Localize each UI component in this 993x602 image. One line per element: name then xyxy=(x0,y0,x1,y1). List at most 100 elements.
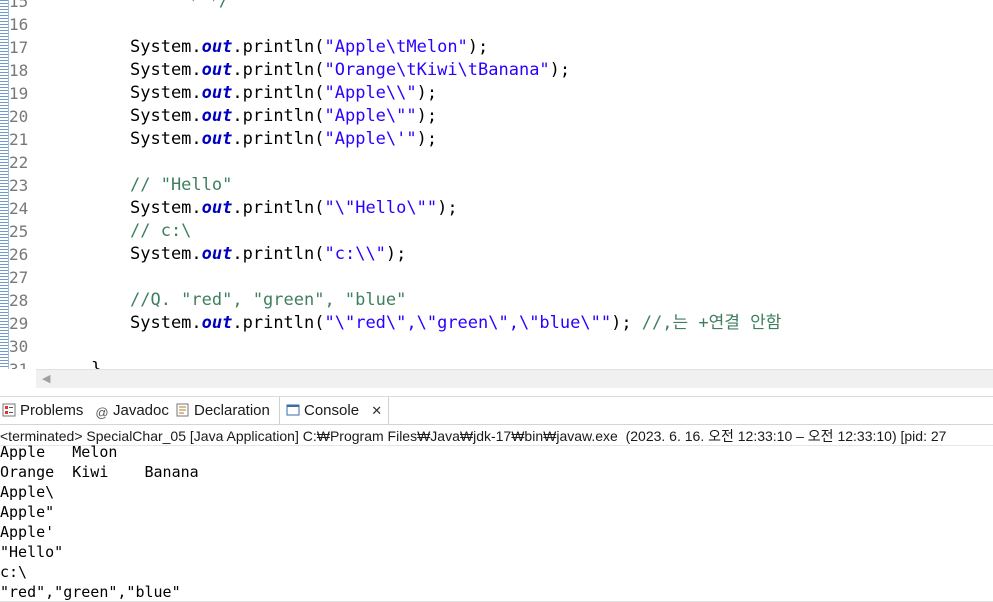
console-divider xyxy=(0,445,993,446)
declaration-icon xyxy=(176,403,189,417)
code-text: System.out.println("Apple\\"); xyxy=(130,82,437,105)
code-token: System. xyxy=(130,244,202,264)
code-token: System. xyxy=(130,37,202,57)
tab-javadoc-label: Javadoc xyxy=(113,402,169,419)
code-line[interactable]: 15 * */ xyxy=(0,0,993,13)
code-line[interactable]: 16 xyxy=(0,13,993,36)
comment-token: // c:\ xyxy=(130,221,192,241)
code-token: .println( xyxy=(232,83,325,103)
code-token: ); xyxy=(549,60,571,80)
line-number: 30 xyxy=(9,337,29,356)
horizontal-scrollbar[interactable]: ◀ xyxy=(36,369,993,388)
code-line[interactable]: 18 System.out.println("Orange\tKiwi\tBana… xyxy=(0,59,993,82)
code-line[interactable]: 30 xyxy=(0,335,993,358)
code-line[interactable]: 20 System.out.println("Apple\""); xyxy=(0,105,993,128)
code-text: //Q. "red", "green", "blue" xyxy=(130,289,406,312)
code-line[interactable]: 17 System.out.println("Apple\tMelon"); xyxy=(0,36,993,59)
string-token: "Apple\"" xyxy=(324,106,417,126)
line-number: 17 xyxy=(9,38,29,57)
console-icon xyxy=(286,404,300,416)
field-token: out xyxy=(201,37,233,57)
string-token: "\"Hello\"" xyxy=(324,198,438,218)
view-tab-bar: Problems @ Javadoc Declaration Console ✕ xyxy=(0,396,993,425)
problems-icon xyxy=(2,403,16,417)
line-number: 20 xyxy=(9,107,29,126)
code-token: ); xyxy=(385,244,407,264)
code-line[interactable]: 25 // c:\ xyxy=(0,220,993,243)
line-number: 24 xyxy=(9,199,29,218)
console-output-line: "Hello" xyxy=(0,543,64,561)
line-number: 31 xyxy=(9,358,33,369)
code-line[interactable]: 27 xyxy=(0,266,993,289)
code-text: System.out.println("Apple\""); xyxy=(130,105,437,128)
tab-problems[interactable]: Problems xyxy=(2,397,83,425)
editor-margin xyxy=(0,369,36,387)
code-token: .println( xyxy=(232,313,325,333)
code-token: System. xyxy=(130,83,202,103)
code-token: ); xyxy=(467,37,489,57)
console-output-line: Apple" xyxy=(0,503,55,521)
field-token: out xyxy=(201,244,233,264)
code-line[interactable]: 19 System.out.println("Apple\\"); xyxy=(0,82,993,105)
code-token: ); xyxy=(416,83,438,103)
code-line[interactable]: 22 xyxy=(0,151,993,174)
code-token: System. xyxy=(130,313,202,333)
scroll-left-icon[interactable]: ◀ xyxy=(42,372,50,385)
string-token: "Orange\tKiwi\tBanana" xyxy=(324,60,550,80)
code-token: .println( xyxy=(232,60,325,80)
field-token: out xyxy=(201,60,233,80)
string-token: "c:\\" xyxy=(324,244,386,264)
line-number: 28 xyxy=(9,291,29,310)
line-number: 22 xyxy=(9,153,29,172)
code-line[interactable]: 26 System.out.println("c:\\"); xyxy=(0,243,993,266)
code-line[interactable]: 29 System.out.println("\"red\",\"green\",… xyxy=(0,312,993,335)
tab-declaration-label: Declaration xyxy=(194,402,270,419)
console-output-line: c:\ xyxy=(0,563,28,581)
tab-divider xyxy=(0,424,993,425)
code-token: } xyxy=(50,359,102,369)
code-text: System.out.println("Apple\'"); xyxy=(130,128,437,151)
code-text: System.out.println("Apple\tMelon"); xyxy=(130,36,488,59)
console-output-line: Apple' xyxy=(0,523,55,541)
code-token: System. xyxy=(130,106,202,126)
line-number: 25 xyxy=(9,222,29,241)
code-token: .println( xyxy=(232,198,325,218)
code-token: ); xyxy=(611,313,642,333)
code-line[interactable]: 23 // "Hello" xyxy=(0,174,993,197)
field-token: out xyxy=(201,83,233,103)
code-line[interactable]: 21 System.out.println("Apple\'"); xyxy=(0,128,993,151)
comment-token: //,는 +연결 안함 xyxy=(641,313,782,333)
line-number: 19 xyxy=(9,84,29,103)
console-output-line: Orange Kiwi Banana xyxy=(0,463,199,481)
comment-token: //Q. "red", "green", "blue" xyxy=(130,290,407,310)
code-editor[interactable]: 15 * */16 17 System.out.println("Apple\tMe… xyxy=(0,0,993,369)
field-token: out xyxy=(201,106,233,126)
string-token: "\"red\",\"green\",\"blue\"" xyxy=(324,313,612,333)
code-token: ); xyxy=(416,106,438,126)
tab-javadoc[interactable]: @ Javadoc xyxy=(95,397,169,425)
code-text: } xyxy=(50,358,101,369)
console-output-line: "red","green","blue" xyxy=(0,583,181,601)
code-line[interactable]: 24 System.out.println("\"Hello\""); xyxy=(0,197,993,220)
code-token: ); xyxy=(416,129,438,149)
tab-console-label: Console xyxy=(304,402,360,419)
tab-console[interactable]: Console ✕ xyxy=(279,397,390,425)
tab-problems-label: Problems xyxy=(20,402,84,419)
code-token: .println( xyxy=(232,129,325,149)
line-number: 26 xyxy=(9,245,29,264)
field-token: out xyxy=(201,313,233,333)
line-number: 23 xyxy=(9,176,29,195)
console-output-line: Apple\ xyxy=(0,483,55,501)
line-number: 27 xyxy=(9,268,29,287)
close-icon[interactable]: ✕ xyxy=(371,403,382,418)
comment-token: // "Hello" xyxy=(130,175,233,195)
tab-declaration[interactable]: Declaration xyxy=(176,397,270,425)
code-line[interactable]: 31 } xyxy=(0,358,993,369)
code-text: System.out.println("\"red\",\"green\",\"… xyxy=(130,312,781,335)
code-text: * */ xyxy=(96,0,229,13)
console-output-line: Apple Melon xyxy=(0,443,118,461)
line-number: 18 xyxy=(9,61,29,80)
code-text: // "Hello" xyxy=(130,174,232,197)
javadoc-icon: @ xyxy=(95,405,109,420)
code-line[interactable]: 28 //Q. "red", "green", "blue" xyxy=(0,289,993,312)
